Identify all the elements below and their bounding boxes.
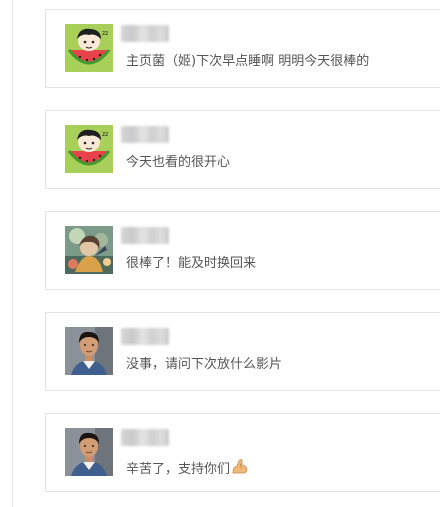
man-portrait-avatar-icon <box>65 428 113 476</box>
avatar[interactable] <box>65 428 113 476</box>
avatar[interactable]: zz <box>65 24 113 72</box>
comment-card: zz 今天也看的很开心 <box>45 110 440 189</box>
comment-text: 没事，请问下次放什么影片 <box>126 357 283 372</box>
comment-card: 没事，请问下次放什么影片 <box>45 312 440 391</box>
avatar[interactable] <box>65 327 113 375</box>
comment-card: 辛苦了，支持你们 <box>45 413 440 492</box>
svg-text:zz: zz <box>102 30 108 37</box>
blurred-username[interactable] <box>121 328 169 345</box>
svg-text:zz: zz <box>102 131 108 138</box>
flexed-biceps-icon <box>231 458 249 481</box>
comment-card: zz 主页菌（姬)下次早点睡啊 明明今天很棒的 <box>45 9 440 88</box>
blurred-username[interactable] <box>121 429 169 446</box>
comment-text: 主页菌（姬)下次早点睡啊 明明今天很棒的 <box>126 54 370 69</box>
avatar[interactable]: zz <box>65 125 113 173</box>
man-portrait-avatar-icon <box>65 327 113 375</box>
watermelon-cartoon-avatar-icon: zz <box>65 24 113 72</box>
anime-illustration-avatar-icon <box>65 226 113 274</box>
comment-card: 很棒了！能及时换回来 <box>45 211 440 290</box>
blurred-username[interactable] <box>121 227 169 244</box>
comment-row: 辛苦了，支持你们 <box>126 458 249 481</box>
comment-text: 辛苦了，支持你们 <box>126 462 231 477</box>
blurred-username[interactable] <box>121 126 169 143</box>
left-divider <box>12 0 13 507</box>
watermelon-cartoon-avatar-icon: zz <box>65 125 113 173</box>
comment-text: 很棒了！能及时换回来 <box>126 256 257 271</box>
comment-text: 今天也看的很开心 <box>126 155 231 170</box>
blurred-username[interactable] <box>121 25 169 42</box>
avatar[interactable] <box>65 226 113 274</box>
comment-feed: zz 主页菌（姬)下次早点睡啊 明明今天很棒的 zz 今天也看的很开心 很棒了！… <box>0 0 440 507</box>
